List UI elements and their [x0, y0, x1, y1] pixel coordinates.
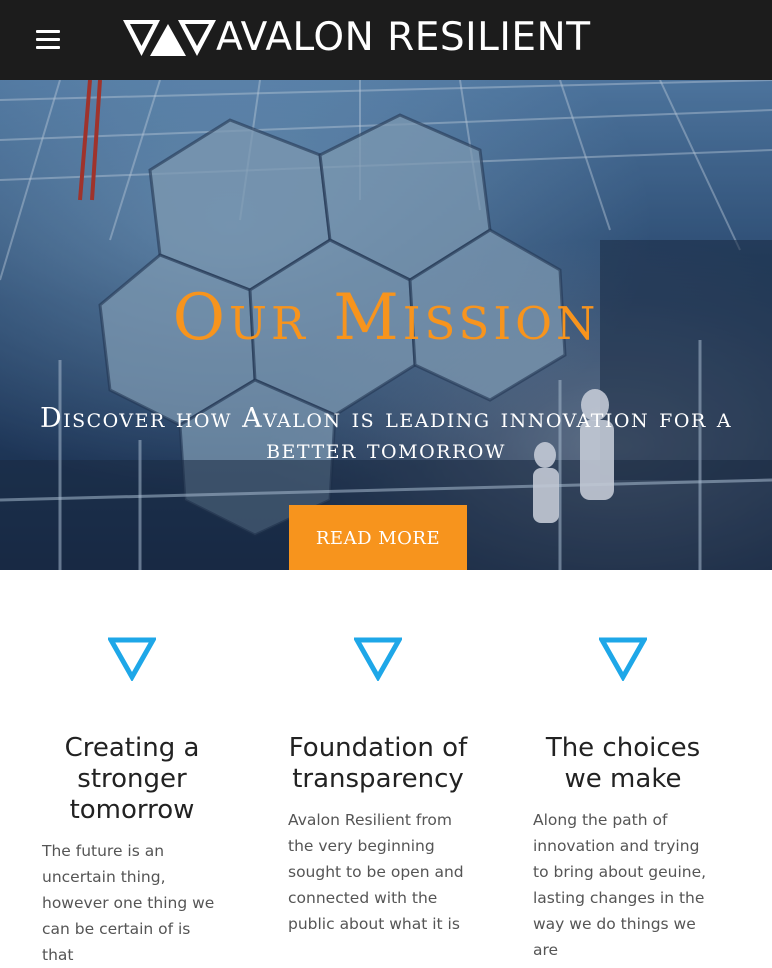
- feature-column-2: Foundation of transparency Avalon Resili…: [288, 570, 468, 937]
- hero-subtitle: Discover how Avalon is leading innovatio…: [39, 403, 733, 465]
- brand-logo[interactable]: AVALON RESILIENT: [122, 16, 591, 60]
- feature-text: Along the path of innovation and trying …: [533, 811, 707, 959]
- hamburger-menu-icon[interactable]: [36, 30, 60, 50]
- brand-name: AVALON RESILIENT: [216, 15, 591, 60]
- triangle-down-icon: [108, 637, 156, 681]
- hero-title: Our Mission: [172, 281, 600, 355]
- logo-triangles-icon: [123, 20, 216, 56]
- feature-title: The choices we make: [545, 733, 701, 794]
- feature-column-3: The choices we make Along the path of in…: [533, 570, 713, 963]
- features-section: Creating a stronger tomorrow The future …: [0, 570, 772, 964]
- feature-column-1: Creating a stronger tomorrow The future …: [42, 570, 222, 968]
- site-header: AVALON RESILIENT: [0, 0, 772, 80]
- hero-banner: Our Mission Discover how Avalon is leadi…: [0, 80, 772, 570]
- feature-text: The future is an uncertain thing, howeve…: [42, 842, 215, 964]
- feature-title: Foundation of transparency: [288, 733, 468, 794]
- read-more-button[interactable]: READ MORE: [289, 505, 467, 570]
- triangle-down-icon: [599, 637, 647, 681]
- triangle-down-icon: [354, 637, 402, 681]
- feature-title: Creating a stronger tomorrow: [64, 733, 200, 825]
- feature-text: Avalon Resilient from the very beginning…: [288, 811, 464, 933]
